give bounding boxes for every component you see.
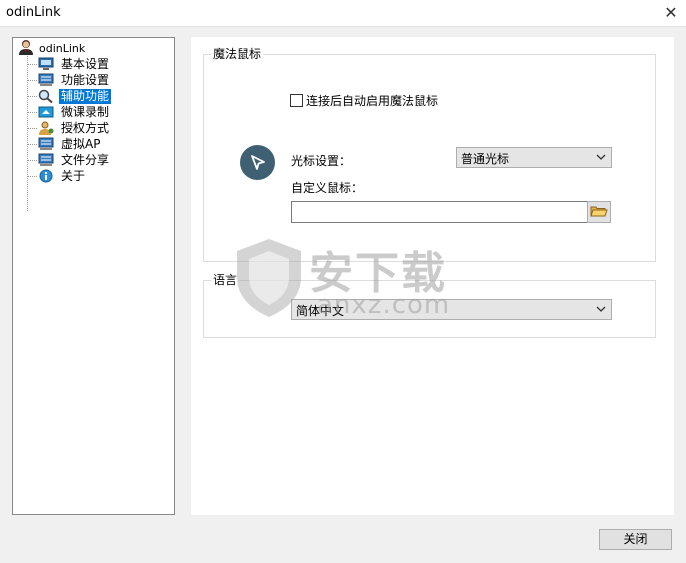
tree-item-label: 授权方式 [61,120,110,135]
cursor-setting-label: 光标设置： [291,154,352,168]
chevron-down-icon [596,151,606,166]
keyboard-icon [38,153,54,167]
window-close-button[interactable]: ✕ [656,0,686,26]
keyboard-icon [38,137,54,151]
custom-cursor-input[interactable] [291,201,588,223]
language-title: 语言 [211,272,240,288]
title-bar: odinLink ✕ [0,0,686,27]
folder-open-icon [590,204,608,221]
language-group: 语言 简体中文 [203,272,656,338]
tree-item-feature-settings[interactable]: 功能设置 [27,72,111,88]
checkbox-box[interactable] [290,94,303,107]
tree-item-label: 基本设置 [61,56,110,71]
chevron-down-icon [596,303,606,318]
tree-item-label: 关于 [61,168,86,183]
user-avatar-icon [17,39,35,58]
settings-panel: 魔法鼠标 连接后自动启用魔法鼠标 光标设置： 普通光标 自定义鼠标： 语言 简体… [191,37,674,515]
auto-enable-label: 连接后自动启用魔法鼠标 [306,94,439,108]
screen-record-icon [38,105,54,119]
browse-folder-button[interactable] [587,201,611,223]
license-user-icon [38,121,54,135]
tree-item-about[interactable]: 关于 [27,168,87,184]
auto-enable-magic-mouse-checkbox[interactable]: 连接后自动启用魔法鼠标 [290,92,438,109]
settings-tree: odinLink 基本设置 功能设置 辅助功能 微课录制 授权方式 虚拟AP 文… [12,37,175,515]
tree-item-accessibility[interactable]: 辅助功能 [27,88,112,104]
keyboard-icon [38,73,54,87]
magic-mouse-title: 魔法鼠标 [211,46,264,62]
tree-item-authorization[interactable]: 授权方式 [27,120,111,136]
language-select[interactable]: 简体中文 [291,299,612,320]
tree-root[interactable]: odinLink [17,39,86,58]
tree-item-file-share[interactable]: 文件分享 [27,152,111,168]
tree-item-virtual-ap[interactable]: 虚拟AP [27,136,102,152]
close-button[interactable]: 关闭 [599,529,672,550]
tree-item-label: 辅助功能 [59,88,112,104]
tree-item-label: 微课录制 [61,104,110,119]
tree-item-micro-course-recording[interactable]: 微课录制 [27,104,111,120]
language-value: 简体中文 [296,304,345,318]
magnifier-icon [38,89,54,103]
window-title: odinLink [6,5,61,20]
monitor-icon [38,57,54,71]
tree-item-label: 虚拟AP [61,136,101,151]
info-icon [38,169,54,183]
tree-item-label: 功能设置 [61,72,110,87]
magic-mouse-group: 魔法鼠标 连接后自动启用魔法鼠标 光标设置： 普通光标 自定义鼠标： [203,46,656,262]
tree-item-basic-settings[interactable]: 基本设置 [27,56,111,72]
cursor-setting-value: 普通光标 [461,152,510,166]
tree-item-label: 文件分享 [61,152,110,167]
custom-cursor-label: 自定义鼠标： [291,181,364,195]
cursor-arrow-icon [240,145,275,180]
tree-root-label: odinLink [39,41,86,55]
cursor-setting-select[interactable]: 普通光标 [456,147,612,168]
